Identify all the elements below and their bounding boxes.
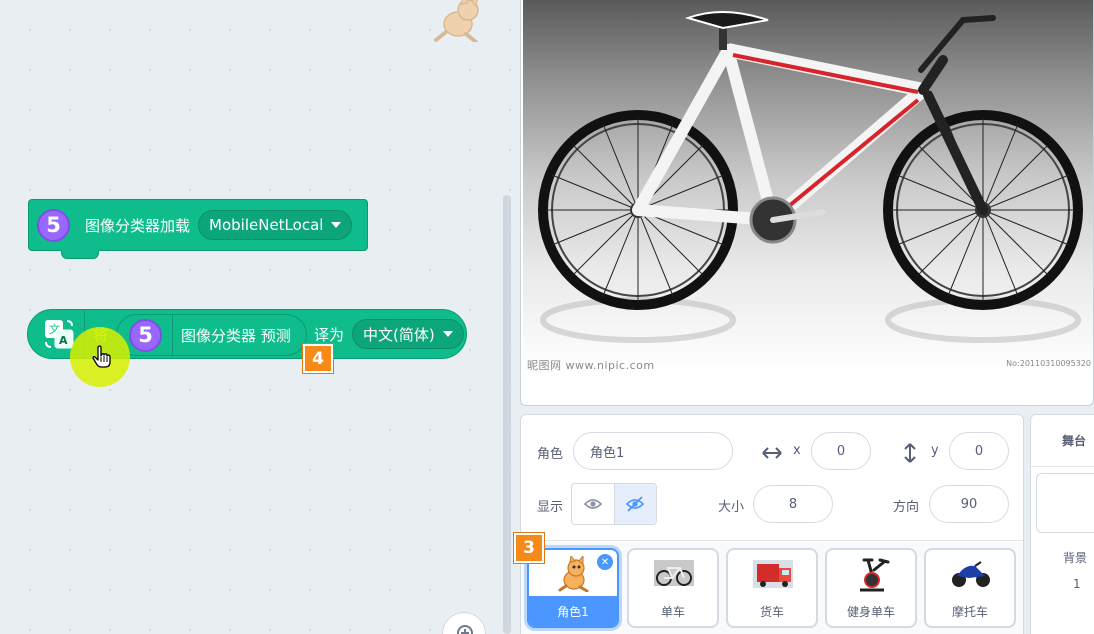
step-badge-3: 3 [514, 533, 544, 563]
sprite-tile-name: 单车 [660, 604, 685, 619]
x-value: 0 [836, 443, 846, 459]
sprite-info-panel: 角色 角色1 x 0 y 0 显示 大小 8 方向 90 [521, 415, 1023, 541]
chevron-down-icon [442, 331, 453, 337]
hide-sprite-button[interactable] [613, 484, 656, 524]
bicycle-illustration [538, 11, 1083, 343]
sprite-tile-name: 角色1 [529, 596, 617, 626]
direction-value: 90 [960, 496, 978, 512]
language-dropdown[interactable]: 中文(简体) [352, 319, 464, 349]
show-label: 显示 [537, 500, 564, 515]
classifier-predict-reporter[interactable]: 5 图像分类器 预测 [116, 314, 307, 356]
code-area[interactable]: 5 图像分类器加载 MobileNetLocal 文 A 将 5 图像分类器 预… [0, 0, 513, 634]
stage-selector[interactable]: 舞台 背景 1 [1030, 414, 1094, 634]
sprite-label: 角色 [537, 447, 564, 462]
bicycle-icon [654, 560, 694, 586]
x-label: x [793, 443, 801, 458]
stage-watermark-id: No:20110310095320 [1006, 359, 1091, 368]
model-dropdown[interactable]: MobileNetLocal [198, 210, 353, 240]
x-arrows-icon [762, 447, 782, 459]
delete-sprite-icon[interactable]: ✕ [597, 554, 613, 570]
size-value: 8 [788, 496, 798, 512]
translate-to-label: 译为 [314, 326, 345, 344]
zoom-reset-icon [457, 625, 473, 634]
classifier-load-label: 图像分类器加载 [85, 216, 191, 235]
y-input[interactable]: 0 [949, 432, 1009, 470]
motorcycle-icon [952, 561, 990, 587]
model-dropdown-value: MobileNetLocal [209, 216, 324, 234]
sprite-name-input[interactable]: 角色1 [573, 432, 733, 470]
sprite-pane: 角色 角色1 x 0 y 0 显示 大小 8 方向 90 ✕ 角色1 单车 货车… [520, 414, 1024, 634]
code-area-scrollbar[interactable] [503, 195, 511, 634]
exercise-bike-icon [860, 558, 890, 592]
classifier-predict-label: 图像分类器 预测 [181, 326, 291, 345]
sprite-tile-3[interactable]: 货车 [726, 548, 818, 628]
classifier-load-block[interactable]: 5 图像分类器加载 MobileNetLocal [28, 199, 368, 259]
stage-watermark: 昵图网 www.nipic.com [527, 359, 655, 372]
visibility-toggle [571, 483, 657, 525]
sprite-name-value: 角色1 [590, 445, 625, 461]
language-dropdown-value: 中文(简体) [363, 325, 435, 344]
direction-input[interactable]: 90 [929, 485, 1009, 523]
backdrop-count: 1 [1073, 577, 1081, 591]
sprite-list: ✕ 角色1 单车 货车 健身单车 摩托车 [521, 542, 1023, 634]
chevron-down-icon [331, 222, 342, 228]
truck-icon [753, 560, 793, 588]
step-badge-4: 4 [303, 344, 333, 373]
image-classifier-extension-icon: 5 [37, 208, 70, 242]
zoom-reset-button[interactable] [442, 612, 486, 634]
cat-icon [558, 556, 589, 592]
y-value: 0 [974, 443, 984, 459]
svg-text:A: A [59, 334, 68, 347]
block-divider [172, 315, 173, 355]
eye-icon [583, 499, 602, 509]
hand-cursor-icon [92, 345, 111, 368]
sprite-tile-5[interactable]: 摩托车 [924, 548, 1016, 628]
bicycle-photo [523, 0, 1093, 372]
size-label: 大小 [718, 500, 745, 515]
backdrop-label: 背景 [1063, 551, 1088, 565]
eye-slash-icon [626, 496, 645, 512]
block-notch [61, 250, 99, 259]
sprite-tile-4[interactable]: 健身单车 [825, 548, 917, 628]
stage-thumbnail[interactable] [1036, 473, 1094, 533]
x-input[interactable]: 0 [811, 432, 871, 470]
image-classifier-extension-icon: 5 [129, 318, 162, 352]
sprite-watermark-icon [434, 0, 479, 42]
sprite-tile-2[interactable]: 单车 [627, 548, 719, 628]
stage[interactable]: 昵图网 www.nipic.com No:20110310095320 [520, 0, 1094, 406]
y-arrows-icon [904, 443, 916, 463]
show-sprite-button[interactable] [572, 484, 614, 524]
stage-selector-title: 舞台 [1031, 415, 1094, 467]
size-input[interactable]: 8 [753, 485, 833, 523]
sprite-tile-name: 健身单车 [846, 604, 895, 619]
direction-label: 方向 [893, 500, 920, 515]
y-label: y [931, 443, 939, 458]
sprite-tile-name: 摩托车 [951, 604, 988, 619]
sprite-tile-name: 货车 [759, 604, 784, 619]
